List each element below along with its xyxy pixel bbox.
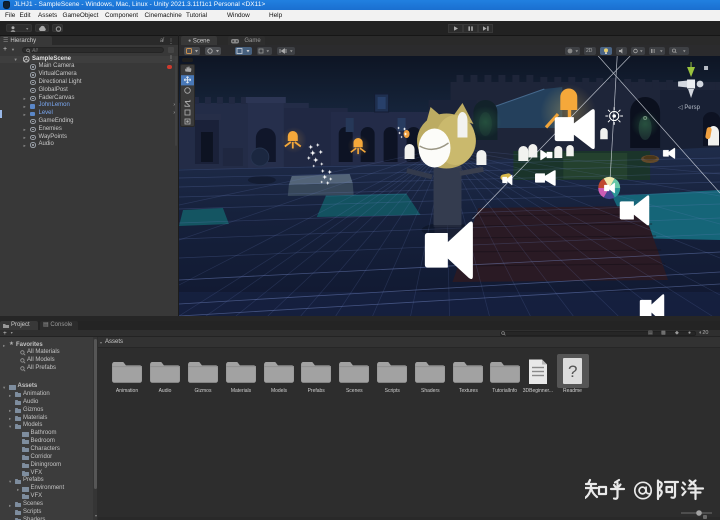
svg-text:?: ? <box>568 362 577 381</box>
svg-text:◁ Persp: ◁ Persp <box>678 105 701 111</box>
